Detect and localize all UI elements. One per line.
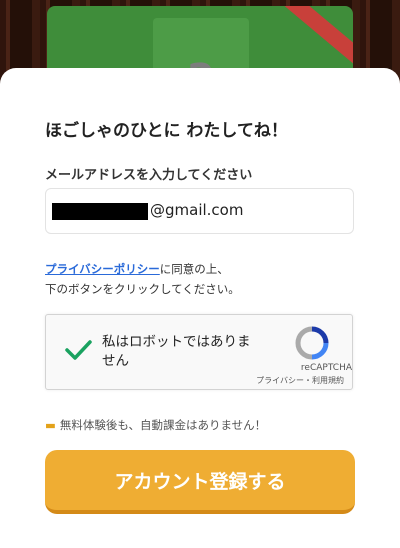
consent-text: プライバシーポリシーに同意の上、 下のボタンをクリックしてください。 [45,259,365,299]
free-trial-note: ▬ 無料体験後も、自動課金はありません！ [45,417,266,433]
credit-card-icon: ▬ [45,418,56,432]
modal-title: ほごしゃのひとに わたしてね！ [45,121,288,141]
recaptcha-links[interactable]: プライバシー・利用規約 [232,375,344,386]
ribbon-decoration [280,6,353,74]
recaptcha-widget[interactable]: 私はロボットではありません reCAPTCHA プライバシー・利用規約 [45,314,353,390]
email-redaction [52,203,148,220]
email-value: @gmail.com [150,201,244,219]
free-note-text: 無料体験後も、自動課金はありません！ [59,418,267,432]
email-field[interactable]: @gmail.com [45,188,354,234]
privacy-policy-link[interactable]: プライバシーポリシー [45,262,160,276]
checkmark-icon[interactable] [63,335,93,365]
signup-button[interactable]: アカウント登録する [45,450,355,514]
email-label: メールアドレスを入力してください [45,168,253,183]
recaptcha-label: 私はロボットではありません [102,334,251,369]
recaptcha-logo-icon [295,326,329,360]
consent-text-2: 下のボタンをクリックしてください。 [45,282,240,296]
signup-modal: ほごしゃのひとに わたしてね！ メールアドレスを入力してください @gmail.… [0,68,400,548]
consent-text-1: に同意の上、 [159,262,229,276]
recaptcha-brand: reCAPTCHA [300,363,352,373]
